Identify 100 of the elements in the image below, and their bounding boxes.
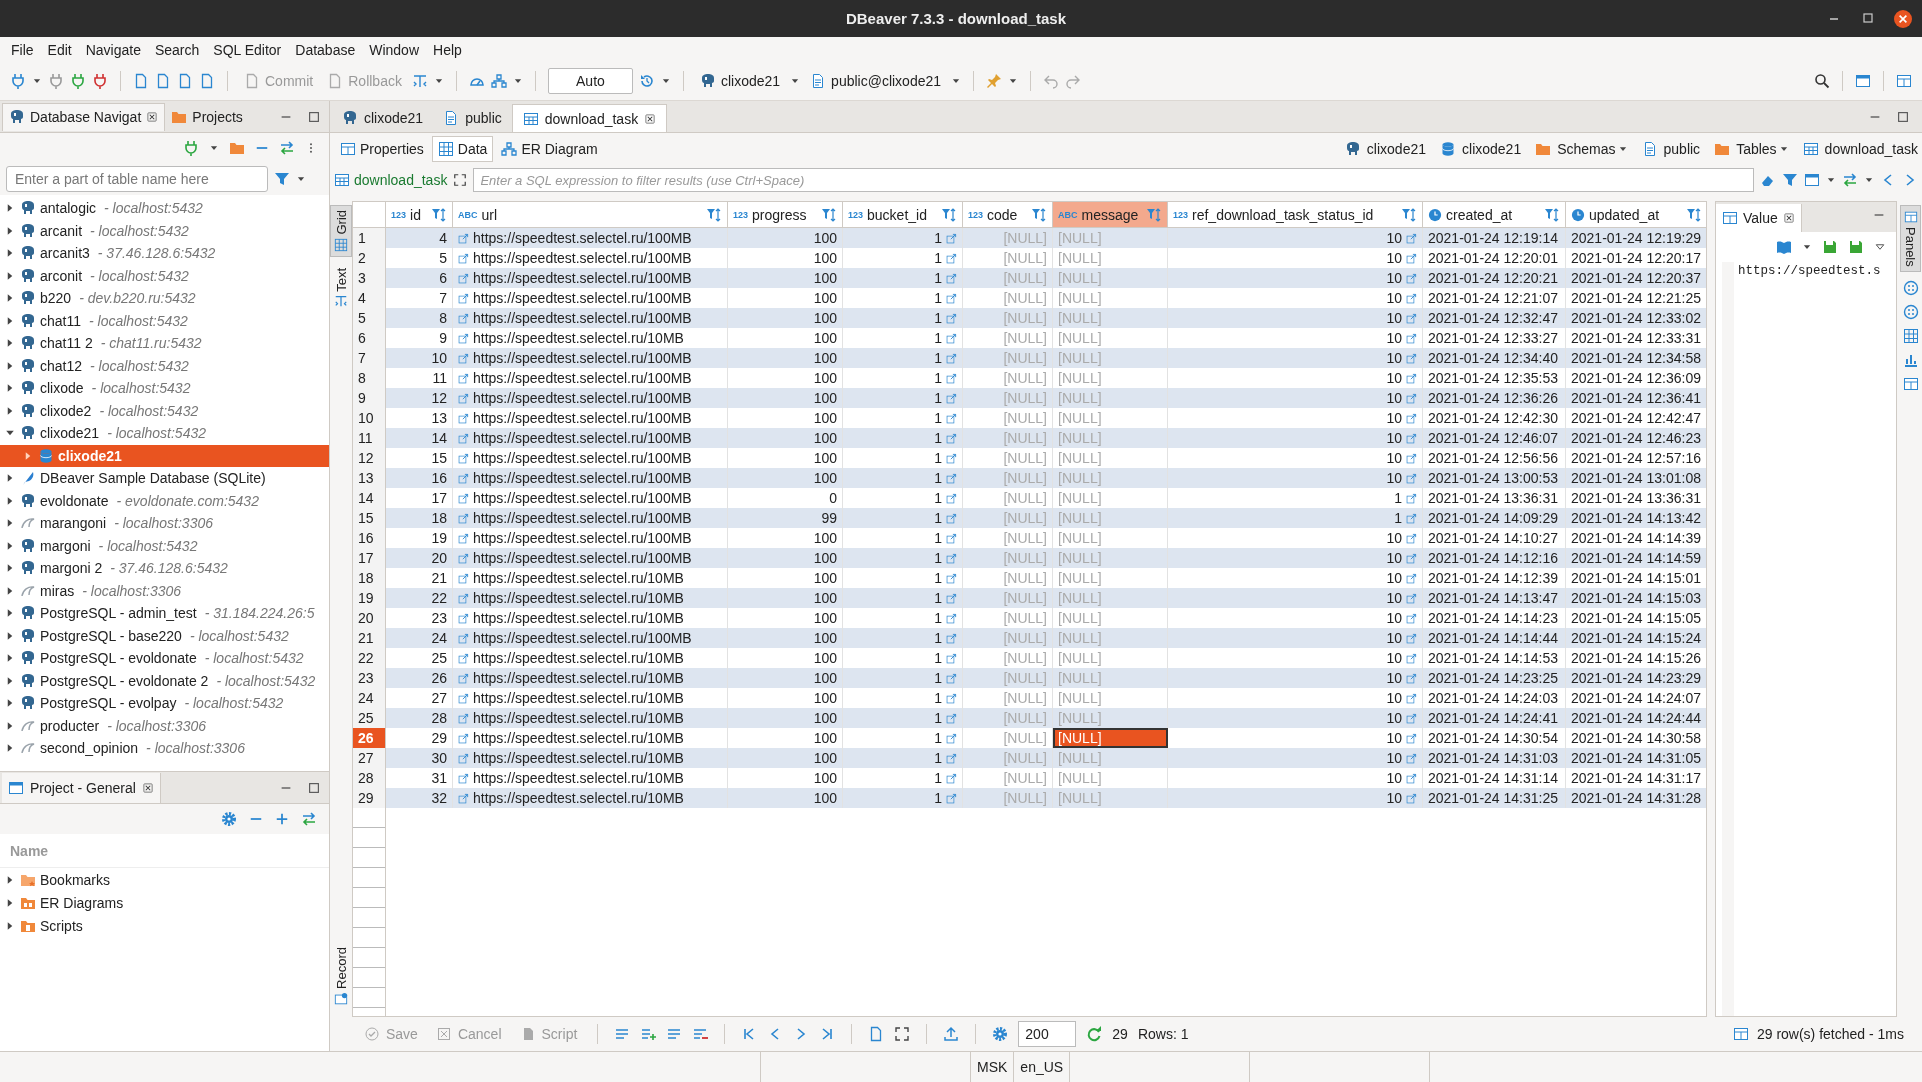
close-icon[interactable] (1782, 212, 1795, 224)
link-icon[interactable] (1406, 292, 1417, 304)
link-icon[interactable] (1406, 332, 1417, 344)
row-number[interactable]: 3 (353, 268, 386, 288)
tree-item[interactable]: PostgreSQL - admin_test - 31.184.224.26:5 (0, 602, 329, 625)
plug-icon[interactable] (10, 73, 26, 89)
filter-sort-icon[interactable] (1544, 206, 1560, 223)
row-number[interactable]: 4 (353, 288, 386, 308)
tree-item[interactable]: PostgreSQL - evolpay - localhost:5432 (0, 692, 329, 715)
link-icon[interactable] (1406, 372, 1417, 384)
column-header[interactable]: 123 id (386, 202, 453, 227)
filter-sort-icon[interactable] (1031, 206, 1047, 223)
row-number[interactable]: 19 (353, 588, 386, 608)
link-icon[interactable] (946, 252, 957, 264)
link-icon[interactable] (1406, 452, 1417, 464)
link-icon[interactable] (946, 472, 957, 484)
row-number[interactable]: 5 (353, 308, 386, 328)
menu-item[interactable]: Help (426, 41, 469, 58)
row-number[interactable]: 11 (353, 428, 386, 448)
link-icon[interactable] (1406, 232, 1417, 244)
menu-item[interactable]: Search (147, 41, 207, 58)
tree-item[interactable]: chat12 - localhost:5432 (0, 354, 329, 377)
maximize-icon[interactable] (307, 780, 321, 795)
breadcrumb-item[interactable]: Schemas (1535, 141, 1616, 157)
tree-item[interactable]: Bookmarks (0, 868, 329, 891)
row-number[interactable]: 28 (353, 768, 386, 788)
row-number[interactable]: 24 (353, 688, 386, 708)
link-icon[interactable] (946, 752, 957, 764)
dropdown-icon[interactable] (1874, 241, 1886, 253)
link-icon[interactable] (946, 292, 957, 304)
export-icon[interactable] (943, 1026, 960, 1042)
close-icon[interactable] (146, 111, 159, 123)
dropdown-button[interactable]: public@clixode21 (806, 71, 946, 91)
tree-item[interactable]: chat11 - localhost:5432 (0, 309, 329, 332)
link-icon[interactable] (946, 312, 957, 324)
document-icon[interactable] (199, 73, 215, 89)
fetch-size-field[interactable]: 200 (1018, 1021, 1077, 1047)
link-icon[interactable] (1406, 492, 1417, 504)
link-icon[interactable] (1406, 672, 1417, 684)
link-icon[interactable] (1406, 552, 1417, 564)
row-number[interactable]: 25 (353, 708, 386, 728)
editor-tab[interactable]: download_task (511, 104, 668, 132)
grid-icon[interactable] (1902, 327, 1919, 344)
row-number[interactable]: 6 (353, 328, 386, 348)
column-header[interactable]: ABC url (453, 202, 728, 227)
row-number[interactable]: 9 (353, 388, 386, 408)
row-number[interactable]: 2 (353, 248, 386, 268)
tree-item[interactable]: b220 - dev.b220.ru:5432 (0, 287, 329, 310)
link-icon[interactable] (1406, 312, 1417, 324)
tree-item[interactable]: DBeaver Sample Database (SQLite) (0, 467, 329, 490)
link-icon[interactable] (1406, 472, 1417, 484)
link-icon[interactable] (1406, 592, 1417, 604)
menu-item[interactable]: Navigate (78, 41, 148, 58)
table-name-label[interactable]: download_task (334, 172, 448, 188)
search-icon[interactable] (1814, 73, 1830, 89)
close-icon[interactable] (1894, 9, 1912, 28)
lines-icon[interactable] (614, 1026, 631, 1042)
redo-icon[interactable] (1065, 73, 1082, 89)
row-number[interactable]: 12 (353, 448, 386, 468)
link-icon[interactable] (1406, 712, 1417, 724)
link-icon[interactable] (946, 392, 957, 404)
plug-icon[interactable] (92, 73, 108, 89)
dropdown-button[interactable]: clixode21 (695, 71, 785, 91)
pin-icon[interactable] (986, 73, 1003, 89)
link-icon[interactable] (1406, 572, 1417, 584)
link-icon[interactable] (946, 532, 957, 544)
breadcrumb-item[interactable]: download_task (1802, 141, 1918, 157)
lines-icon[interactable] (666, 1026, 683, 1042)
row-number[interactable]: 15 (353, 508, 386, 528)
tree-item[interactable]: arcanit3 - 37.46.128.6:5432 (0, 242, 329, 265)
breadcrumb-item[interactable]: Tables (1714, 141, 1777, 157)
tree-item[interactable]: chat11 2 - chat11.ru:5432 (0, 332, 329, 355)
row-number[interactable]: 17 (353, 548, 386, 568)
editor-subtab[interactable]: Properties (334, 136, 430, 162)
link-icon[interactable] (946, 612, 957, 624)
folder-icon[interactable] (229, 140, 245, 156)
document-icon[interactable] (133, 73, 149, 89)
link-editor-icon[interactable] (279, 140, 295, 156)
circles-icon[interactable] (1902, 279, 1919, 296)
link-icon[interactable] (946, 232, 957, 244)
panel-tab[interactable]: Value (1716, 204, 1802, 232)
plug-icon[interactable] (48, 73, 64, 89)
diagram-icon[interactable] (490, 73, 507, 89)
link-icon[interactable] (946, 492, 957, 504)
link-icon[interactable] (946, 712, 957, 724)
document-icon[interactable] (155, 73, 171, 89)
menu-item[interactable]: Database (288, 41, 363, 58)
tree-item[interactable]: PostgreSQL - base220 - localhost:5432 (0, 624, 329, 647)
filter-icon[interactable] (1782, 172, 1798, 188)
transaction-mode-field[interactable]: Auto (547, 68, 633, 94)
tree-item[interactable]: antalogic - localhost:5432 (0, 197, 329, 220)
column-header[interactable]: ABC message (1053, 202, 1168, 227)
link-icon[interactable] (1406, 692, 1417, 704)
circles-icon[interactable] (1902, 303, 1919, 320)
view-tab[interactable]: Grid (330, 205, 352, 257)
editor-tab[interactable]: public (433, 104, 512, 132)
link-icon[interactable] (946, 692, 957, 704)
tree-item[interactable]: producter - localhost:3306 (0, 714, 329, 737)
column-header[interactable]: updated_at (1566, 202, 1706, 227)
editor-tab[interactable]: clixode21 (332, 104, 434, 132)
